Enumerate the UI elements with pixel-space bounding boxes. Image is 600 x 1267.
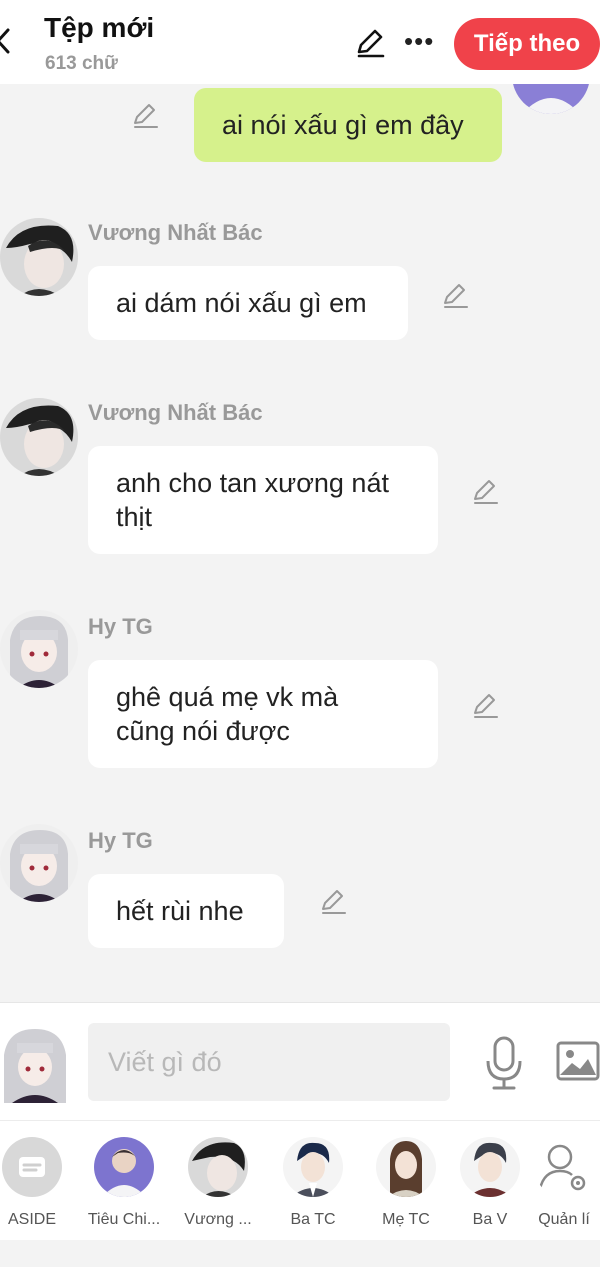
- avatar: [94, 1137, 154, 1197]
- message-bubble-mine[interactable]: ai nói xấu gì em đây: [194, 88, 502, 162]
- character-tieu-chi[interactable]: Tiêu Chi...: [78, 1137, 170, 1229]
- character-aside[interactable]: ASIDE: [0, 1137, 78, 1229]
- user-settings-icon: [534, 1137, 594, 1197]
- chat-area: ai nói xấu gì em đây Vương Nhất Bác ai d…: [0, 84, 600, 1002]
- message-text: thịt: [116, 502, 153, 532]
- message-text: ai dám nói xấu gì em: [116, 288, 367, 318]
- avatar: [376, 1137, 436, 1197]
- composer: [0, 1002, 600, 1120]
- next-button[interactable]: Tiếp theo: [454, 18, 600, 70]
- aside-icon: [2, 1137, 62, 1197]
- sender-name: Hy TG: [88, 828, 153, 853]
- character-bar: ASIDE Tiêu Chi... Vương ... Ba TC Mẹ TC …: [0, 1120, 600, 1240]
- edit-message-icon[interactable]: [318, 886, 348, 916]
- edit-message-icon[interactable]: [440, 280, 470, 310]
- message-text: ghê quá mẹ vk mà: [116, 682, 339, 712]
- character-ba-tc[interactable]: Ba TC: [267, 1137, 359, 1229]
- selected-character-avatar[interactable]: [0, 1025, 70, 1103]
- avatar: [283, 1137, 343, 1197]
- edit-message-icon[interactable]: [130, 100, 160, 130]
- top-bar: Tệp mới 613 chữ ••• Tiếp theo: [0, 0, 600, 84]
- character-label: Ba TC: [290, 1211, 336, 1228]
- message-text: cũng nói được: [116, 716, 290, 746]
- avatar: [512, 84, 590, 114]
- message-text: ai nói xấu gì em đây: [222, 110, 464, 140]
- page-title: Tệp mới: [44, 12, 155, 43]
- avatar: [460, 1137, 520, 1197]
- word-count: 613 chữ: [45, 53, 118, 74]
- sender-name: Hy TG: [88, 614, 153, 639]
- character-label: Vương ...: [184, 1211, 252, 1228]
- message-bubble[interactable]: ai dám nói xấu gì em: [88, 266, 408, 340]
- character-vuong[interactable]: Vương ...: [172, 1137, 264, 1229]
- avatar: [0, 218, 78, 296]
- back-arrow-icon[interactable]: [0, 26, 12, 56]
- sender-name: Vương Nhất Bác: [88, 220, 263, 245]
- more-options-icon[interactable]: •••: [404, 26, 434, 56]
- edit-message-icon[interactable]: [470, 690, 500, 720]
- manage-characters-button[interactable]: Quản lí: [518, 1137, 600, 1229]
- message-bubble[interactable]: hết rùi nhe: [88, 874, 284, 948]
- avatar: [0, 824, 78, 902]
- image-icon[interactable]: [556, 1041, 600, 1081]
- avatar: [0, 398, 78, 476]
- character-me-tc[interactable]: Mẹ TC: [360, 1137, 452, 1229]
- bottom-strip: [0, 1240, 600, 1267]
- microphone-icon[interactable]: [484, 1035, 524, 1091]
- message-input[interactable]: [88, 1023, 450, 1101]
- sender-name: Vương Nhất Bác: [88, 400, 263, 425]
- character-label: ASIDE: [7, 1211, 56, 1228]
- character-label: Quản lí: [538, 1211, 590, 1228]
- message-text: hết rùi nhe: [116, 896, 244, 926]
- character-label: Mẹ TC: [382, 1211, 430, 1228]
- avatar: [0, 610, 78, 688]
- avatar: [188, 1137, 248, 1197]
- message-bubble[interactable]: ghê quá mẹ vk mà cũng nói được: [88, 660, 438, 768]
- edit-pencil-icon[interactable]: [354, 27, 386, 59]
- message-text: anh cho tan xương nát: [116, 468, 389, 498]
- character-label: Tiêu Chi...: [87, 1211, 161, 1228]
- edit-message-icon[interactable]: [470, 476, 500, 506]
- message-bubble[interactable]: anh cho tan xương nát thịt: [88, 446, 438, 554]
